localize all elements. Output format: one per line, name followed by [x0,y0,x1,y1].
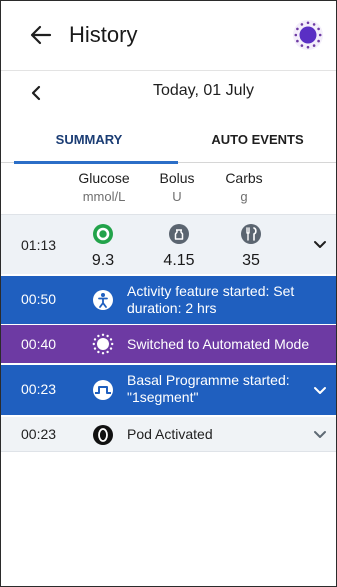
event-row-pod-activated[interactable]: 00:23 Pod Activated [0,417,337,452]
history-tabs: SUMMARY AUTO EVENTS [0,118,337,164]
pod-icon [93,425,113,445]
event-time: 00:40 [21,336,57,352]
event-description: Basal Programme started: "1segment" [127,372,290,405]
bolus-unit: U [172,189,182,204]
date-navigation: Today, 01 July [0,71,337,115]
column-header-glucose: Glucose mmol/L [70,170,138,204]
column-header-bolus: Bolus U [148,170,206,204]
bolus-value: 4.15 [163,252,195,269]
glucose-reading: 9.3 [86,223,120,270]
event-description: Activity feature started: Set duration: … [127,283,295,316]
event-row-basal-programme[interactable]: 00:23 Basal Programme started: "1segment… [0,365,337,415]
automated-mode-icon [92,333,114,355]
bolus-icon [169,224,189,244]
activity-icon [93,290,113,310]
event-description: Switched to Automated Mode [127,336,310,352]
event-time: 00:50 [21,291,57,307]
page-title: History [69,22,138,47]
bolus-reading: 4.15 [158,223,200,270]
basal-icon [93,380,113,400]
event-row-automated-mode[interactable]: 00:40 Switched to Automated Mode [0,325,337,363]
expand-chevron-icon[interactable] [313,386,327,396]
event-time: 00:23 [21,381,57,397]
tab-auto-events[interactable]: AUTO EVENTS [178,118,337,163]
tab-summary[interactable]: SUMMARY [0,118,178,164]
carbs-reading: 35 [236,223,266,270]
carbs-label: Carbs [225,170,263,186]
column-header-carbs: Carbs g [214,170,274,204]
glucose-icon [93,224,113,244]
history-summary-row[interactable]: 01:13 9.3 4.15 35 [0,214,337,274]
glucose-label: Glucose [78,170,130,186]
app-bar: History [0,0,337,71]
date-label: Today, 01 July [152,82,255,99]
automated-mode-badge-icon [293,20,323,50]
bolus-label: Bolus [159,170,195,186]
carbs-icon [241,224,261,244]
expand-chevron-icon[interactable] [313,240,327,250]
event-description: Pod Activated [127,426,213,442]
carbs-unit: g [240,189,248,204]
glucose-value: 9.3 [91,252,115,269]
event-time: 00:23 [21,426,57,442]
carbs-value: 35 [242,252,260,269]
back-arrow-icon[interactable] [30,24,52,46]
glucose-unit: mmol/L [82,189,126,204]
entry-time: 01:13 [21,237,57,253]
event-row-activity[interactable]: 00:50 Activity feature started: Set dura… [0,276,337,324]
expand-chevron-icon[interactable] [313,430,327,440]
